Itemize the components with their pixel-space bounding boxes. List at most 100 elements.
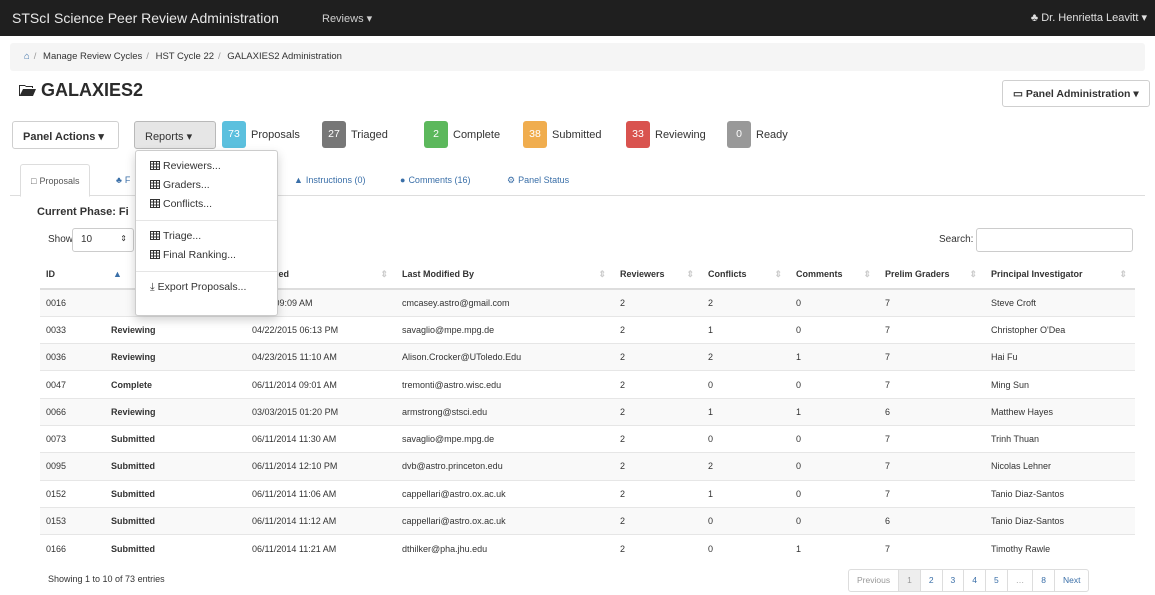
col-prelim-graders[interactable]: Prelim Graders ⇕ [879, 259, 985, 290]
status-cell: Submitted [105, 479, 246, 508]
proposal-id-link[interactable]: 0066 [40, 397, 105, 426]
stat-label: Triaged [351, 128, 388, 141]
pagination: Previous 1 2 3 4 5 … 8 Next [848, 569, 1090, 592]
tab-reviewers[interactable]: ♣ F [116, 175, 130, 185]
proposal-id-link[interactable]: 0095 [40, 452, 105, 481]
stat-complete[interactable]: 2 Complete [424, 121, 500, 149]
conflicts-cell: 1 [702, 397, 790, 426]
prelim-graders-cell: 6 [879, 506, 985, 535]
principal-investigator-cell: Tanio Diaz-Santos [985, 506, 1135, 535]
user-menu[interactable]: ♣ Dr. Henrietta Leavitt ▾ [1031, 11, 1147, 24]
menu-item-final-ranking[interactable]: Final Ranking... [136, 246, 277, 265]
sort-icon: ⇕ [380, 269, 388, 279]
status-cell: Reviewing [105, 343, 246, 371]
menu-item-export-proposals[interactable]: ⤓ Export Proposals... [136, 278, 277, 297]
search-input[interactable] [976, 228, 1133, 252]
count-badge: 27 [322, 121, 346, 148]
entries-per-page-select[interactable]: 10 ⇕ [72, 228, 134, 252]
menu-item-reviewers[interactable]: Reviewers... [136, 157, 277, 176]
principal-investigator-cell: Trinh Thuan [985, 424, 1135, 453]
menu-item-conflicts[interactable]: Conflicts... [136, 195, 277, 214]
col-conflicts[interactable]: Conflicts ⇕ [702, 259, 790, 290]
reports-dropdown-menu: Reviewers... Graders... Conflicts... Tri… [135, 150, 278, 316]
page-title-text: GALAXIES2 [41, 80, 144, 100]
page-title: GALAXIES2 [18, 80, 143, 101]
panel-administration-button[interactable]: ▭ Panel Administration ▾ [1002, 80, 1150, 107]
proposal-id-link[interactable]: 0073 [40, 424, 105, 453]
page-4[interactable]: 4 [963, 570, 985, 591]
page-previous[interactable]: Previous [849, 570, 898, 591]
status-cell: Submitted [105, 534, 246, 562]
conflicts-cell: 1 [702, 479, 790, 508]
stat-proposals[interactable]: 73 Proposals [222, 121, 300, 149]
menu-item-triage[interactable]: Triage... [136, 227, 277, 246]
status-cell: Reviewing [105, 397, 246, 426]
stat-submitted[interactable]: 38 Submitted [523, 121, 602, 149]
table-row[interactable]: 0033 Reviewing 04/22/2015 06:13 PM savaglio… [40, 315, 1135, 344]
table-row[interactable]: 0095 Submitted 06/11/2014 12:10 PM dvb@astr… [40, 452, 1135, 481]
col-last-modified-by[interactable]: Last Modified By ⇕ [396, 259, 614, 290]
page-5[interactable]: 5 [985, 570, 1007, 591]
last-modified-by-cell: savaglio@mpe.mpg.de [396, 315, 614, 344]
proposal-id-link[interactable]: 0016 [40, 288, 105, 317]
col-comments[interactable]: Comments ⇕ [790, 259, 879, 290]
col-principal-investigator[interactable]: Principal Investigator ⇕ [985, 259, 1135, 290]
updown-arrow-icon: ⇕ [120, 234, 127, 243]
page-2[interactable]: 2 [919, 570, 942, 591]
sort-icon: ⇕ [1119, 269, 1127, 279]
tab-instructions[interactable]: ▲ Instructions (0) [294, 175, 365, 185]
menu-item-graders[interactable]: Graders... [136, 176, 277, 195]
home-icon[interactable]: ⌂ [24, 51, 30, 62]
stat-label: Complete [453, 128, 501, 141]
breadcrumb-item[interactable]: Manage Review Cycles [43, 51, 142, 62]
stat-triaged[interactable]: 27 Triaged [322, 121, 388, 149]
breadcrumb-item-current: GALAXIES2 Administration [227, 51, 342, 62]
tab-proposals[interactable]: □ Proposals [20, 164, 91, 197]
proposal-id-link[interactable]: 0166 [40, 534, 105, 562]
page-next[interactable]: Next [1053, 570, 1088, 591]
table-row[interactable]: 0066 Reviewing 03/03/2015 01:20 PM armstron… [40, 397, 1135, 426]
table-row[interactable]: 0153 Submitted 06/11/2014 11:12 AM cappella… [40, 506, 1135, 535]
conflicts-cell: 2 [702, 343, 790, 371]
tab-comments[interactable]: ● Comments (16) [400, 175, 470, 185]
stat-reviewing[interactable]: 33 Reviewing [626, 121, 706, 149]
reviewers-cell: 2 [614, 534, 702, 562]
prelim-graders-cell: 7 [879, 315, 985, 344]
col-id[interactable]: ID [40, 259, 105, 290]
reviews-menu[interactable]: Reviews ▾ [322, 12, 372, 25]
prelim-graders-cell: 7 [879, 534, 985, 562]
proposal-id-link[interactable]: 0152 [40, 479, 105, 508]
tab-label: Proposals [39, 176, 80, 186]
status-cell: Complete [105, 370, 246, 399]
tab-panel-status[interactable]: ⚙ Panel Status [507, 175, 569, 186]
app-brand[interactable]: STScI Science Peer Review Administration [12, 10, 279, 26]
panel-actions-button[interactable]: Panel Actions ▾ [12, 121, 119, 149]
stat-label: Reviewing [655, 128, 706, 141]
page-3[interactable]: 3 [941, 570, 964, 591]
table-row[interactable]: 0166 Submitted 06/11/2014 11:21 AM dthilker… [40, 534, 1135, 562]
menu-divider [136, 271, 277, 272]
reviewers-cell: 2 [614, 452, 702, 481]
proposal-id-link[interactable]: 0047 [40, 370, 105, 399]
conflicts-cell: 0 [702, 370, 790, 399]
table-row[interactable]: 0073 Submitted 06/11/2014 11:30 AM savaglio… [40, 424, 1135, 453]
modified-cell: 04/23/2015 11:10 AM [246, 343, 396, 371]
reports-button[interactable]: Reports ▾ [134, 121, 216, 149]
sort-icon: ⇕ [863, 269, 871, 279]
table-row[interactable]: 0047 Complete 06/11/2014 09:01 AM tremonti@… [40, 370, 1135, 399]
proposal-id-link[interactable]: 0153 [40, 506, 105, 535]
breadcrumb-item[interactable]: HST Cycle 22 [156, 51, 214, 62]
table-icon [150, 180, 160, 189]
prelim-graders-cell: 7 [879, 343, 985, 371]
menu-divider [136, 220, 277, 221]
prelim-graders-cell: 7 [879, 370, 985, 399]
stat-ready[interactable]: 0 Ready [727, 121, 788, 149]
folder-open-icon [19, 85, 36, 96]
col-reviewers[interactable]: Reviewers ⇕ [614, 259, 702, 290]
table-row[interactable]: 0036 Reviewing 04/23/2015 11:10 AM Alison.C… [40, 343, 1135, 371]
table-row[interactable]: 0152 Submitted 06/11/2014 11:06 AM cappella… [40, 479, 1135, 508]
page-1[interactable]: 1 [898, 570, 920, 591]
page-8[interactable]: 8 [1032, 570, 1054, 591]
proposal-id-link[interactable]: 0033 [40, 315, 105, 344]
proposal-id-link[interactable]: 0036 [40, 343, 105, 371]
